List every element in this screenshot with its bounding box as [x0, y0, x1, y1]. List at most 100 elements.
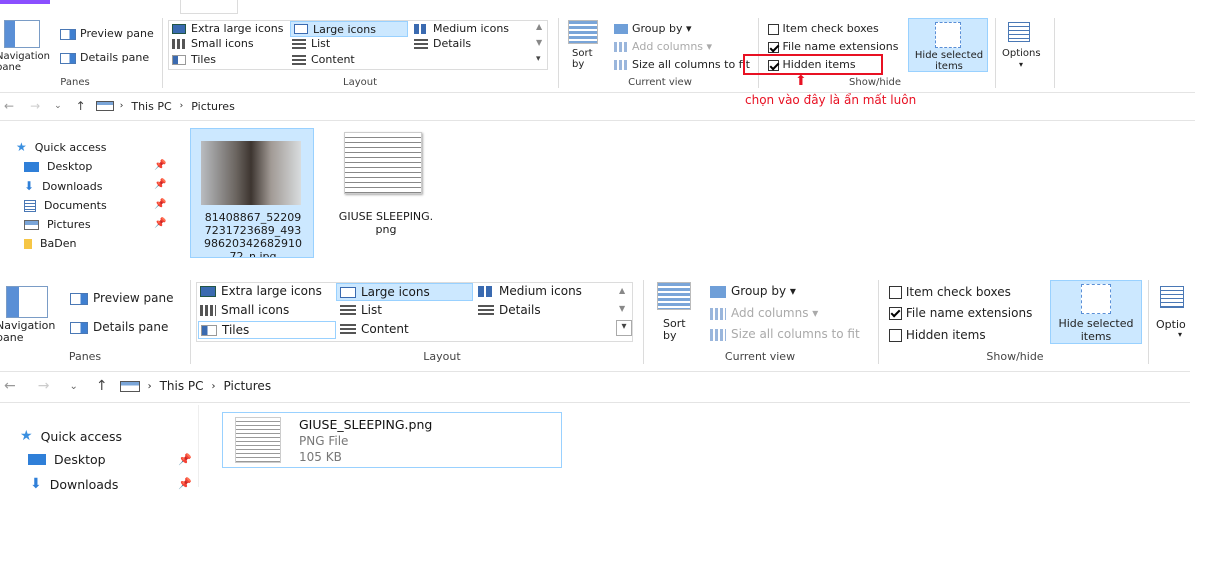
breadcrumb-pictures[interactable]: Pictures	[191, 100, 235, 113]
breadcrumb-this-pc[interactable]: This PC	[160, 379, 204, 393]
layout-large-icons[interactable]: Large icons	[290, 21, 408, 37]
preview-pane-button[interactable]: Preview pane	[70, 291, 173, 305]
up-arrow-icon[interactable]: ↑	[96, 378, 108, 394]
nav-desktop[interactable]: Desktop	[28, 452, 106, 467]
size-all-columns-icon	[614, 60, 628, 70]
layout-scroll-down-icon[interactable]: ▼	[536, 38, 542, 47]
up-arrow-icon[interactable]: ↑	[76, 99, 86, 113]
hide-selected-items-button[interactable]: Hide selected items	[908, 18, 988, 72]
nav-quick-access[interactable]: ★ Quick access	[16, 140, 106, 154]
layout-scroll-down-icon[interactable]: ▼	[619, 304, 625, 313]
file-tile-giuse-sleeping[interactable]: GIUSE_SLEEPING.png PNG File 105 KB	[222, 412, 562, 468]
forward-arrow-icon[interactable]: →	[38, 378, 50, 394]
options-label: Options	[1002, 48, 1041, 59]
size-all-columns-button[interactable]: Size all columns to fit	[614, 58, 750, 71]
recent-locations-chevron-icon[interactable]: ⌄	[54, 101, 62, 111]
recent-locations-chevron-icon[interactable]: ⌄	[69, 381, 77, 392]
breadcrumb-this-pc[interactable]: This PC	[131, 100, 171, 113]
pin-icon[interactable]: 📌	[154, 179, 166, 190]
options-button[interactable]: Options ▾	[1000, 20, 1050, 74]
item-check-boxes-checkbox[interactable]	[768, 23, 779, 35]
item-check-boxes-checkbox[interactable]	[889, 286, 902, 299]
navigation-pane-button[interactable]: Navigation pane	[0, 282, 62, 344]
layout-details[interactable]: Details	[414, 37, 471, 50]
nav-desktop[interactable]: Desktop	[24, 160, 92, 173]
layout-tiles[interactable]: Tiles	[198, 321, 336, 339]
current-view-group-label: Current view	[628, 77, 692, 88]
layout-content[interactable]: Content	[340, 322, 409, 336]
sort-by-button[interactable]: Sort by	[566, 20, 602, 76]
hidden-items-toggle[interactable]: Hidden items	[889, 328, 986, 342]
pin-icon[interactable]: 📌	[154, 160, 166, 171]
item-check-boxes-toggle[interactable]: Item check boxes	[768, 22, 879, 35]
layout-expand-icon[interactable]: ▾	[616, 320, 632, 336]
details-pane-icon	[70, 321, 88, 334]
details-pane-label: Details pane	[80, 51, 150, 64]
pin-icon[interactable]: 📌	[178, 477, 192, 490]
layout-tiles[interactable]: Tiles	[172, 53, 216, 66]
layout-scroll-up-icon[interactable]: ▲	[536, 22, 542, 31]
details-pane-button[interactable]: Details pane	[70, 320, 168, 334]
desktop-icon	[24, 161, 39, 172]
top-address-bar: ← → ⌄ ↑ › This PC › Pictures	[0, 98, 235, 114]
layout-list[interactable]: List	[292, 37, 330, 50]
details-pane-button[interactable]: Details pane	[60, 51, 149, 64]
file-name-extensions-checkbox[interactable]	[889, 307, 902, 320]
nav-baden[interactable]: BaDen	[24, 237, 77, 250]
layout-large-icons[interactable]: Large icons	[336, 283, 473, 301]
navigation-pane-label: Navigation pane	[0, 319, 56, 344]
file-name-extensions-toggle[interactable]: File name extensions	[889, 306, 1032, 320]
layout-extra-large-icons[interactable]: Extra large icons	[172, 22, 283, 35]
add-columns-button[interactable]: Add columns ▾	[710, 306, 818, 320]
nav-pictures[interactable]: Pictures	[24, 218, 91, 231]
options-chevron-icon: ▾	[1178, 330, 1183, 339]
layout-medium-icons[interactable]: Medium icons	[478, 284, 582, 298]
nav-quick-access[interactable]: ★ Quick access	[20, 428, 122, 444]
options-icon	[1008, 22, 1030, 42]
folder-icon	[24, 238, 32, 249]
layout-extra-large-icons[interactable]: Extra large icons	[200, 284, 322, 298]
layout-list[interactable]: List	[340, 303, 382, 317]
file-item-photo[interactable]: 81408867_52209 7231723689_493 9862034268…	[190, 128, 314, 258]
pin-icon[interactable]: 📌	[154, 218, 166, 229]
group-by-button[interactable]: Group by ▾	[710, 284, 796, 298]
details-icon	[478, 304, 494, 316]
layout-content[interactable]: Content	[292, 53, 355, 66]
layout-small-icons[interactable]: Small icons	[200, 303, 289, 317]
back-arrow-icon[interactable]: ←	[4, 99, 14, 113]
layout-scroll-up-icon[interactable]: ▲	[619, 286, 625, 295]
hidden-items-checkbox[interactable]	[889, 329, 902, 342]
breadcrumb-pictures[interactable]: Pictures	[224, 379, 272, 393]
file-name-extensions-checkbox[interactable]	[768, 41, 779, 53]
sort-by-button[interactable]: Sort by	[655, 282, 697, 348]
nav-documents[interactable]: Documents	[24, 199, 107, 212]
hide-selected-items-icon	[935, 22, 961, 48]
size-all-columns-button[interactable]: Size all columns to fit	[710, 327, 860, 341]
annotation-arrow-icon: ⬆	[795, 73, 807, 89]
large-icons-icon	[294, 24, 308, 34]
details-pane-icon	[60, 52, 76, 64]
breadcrumb-separator-icon: ›	[119, 101, 124, 111]
layout-expand-icon[interactable]: ▾	[536, 54, 541, 64]
group-by-button[interactable]: Group by ▾	[614, 22, 692, 35]
hide-selected-items-button[interactable]: Hide selected items	[1050, 280, 1142, 344]
current-view-group-label: Current view	[724, 350, 796, 363]
add-columns-button[interactable]: Add columns ▾	[614, 40, 712, 53]
pin-icon[interactable]: 📌	[154, 199, 166, 210]
forward-arrow-icon[interactable]: →	[30, 99, 40, 113]
file-name-extensions-toggle[interactable]: File name extensions	[768, 40, 898, 53]
options-button[interactable]: Optio ▾	[1152, 282, 1207, 346]
layout-details[interactable]: Details	[478, 303, 541, 317]
layout-small-icons[interactable]: Small icons	[172, 37, 254, 50]
layout-medium-icons[interactable]: Medium icons	[414, 22, 509, 35]
panes-group-label: Panes	[60, 77, 90, 88]
back-arrow-icon[interactable]: ←	[4, 378, 16, 394]
item-check-boxes-toggle[interactable]: Item check boxes	[889, 285, 1011, 299]
file-item-giuse-sleeping[interactable]: GIUSE SLEEPING. png	[326, 128, 446, 238]
nav-downloads[interactable]: ⬇ Downloads	[24, 179, 102, 193]
preview-pane-button[interactable]: Preview pane	[60, 27, 154, 40]
pin-icon[interactable]: 📌	[178, 453, 192, 466]
content-icon	[292, 54, 306, 65]
nav-downloads[interactable]: ⬇ Downloads	[30, 476, 118, 492]
navigation-pane-button[interactable]: Navigation pane	[0, 18, 54, 74]
